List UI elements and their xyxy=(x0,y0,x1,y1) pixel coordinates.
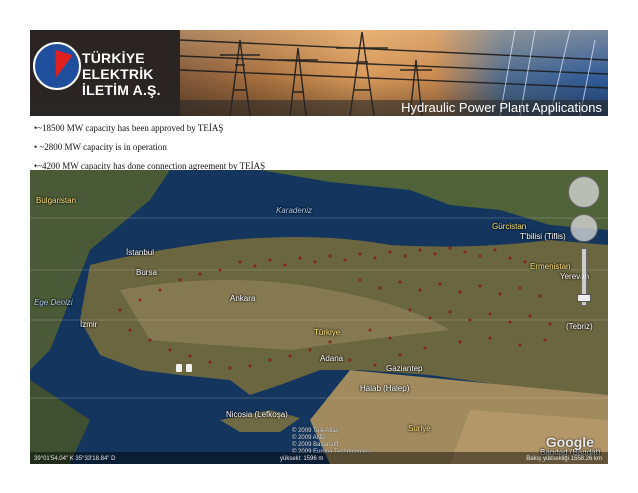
header-banner: TÜRKİYE ELEKTRİK İLETİM A.Ş. Hydraulic P… xyxy=(30,30,608,116)
copyright-line: © 2009 AND xyxy=(292,435,326,441)
map-label-halep: Halab (Halep) xyxy=(360,384,410,393)
company-line1: TÜRKİYE ELEKTRİK xyxy=(82,50,154,82)
zoom-slider-knob[interactable] xyxy=(577,294,591,302)
page-title: Hydraulic Power Plant Applications xyxy=(401,100,602,115)
copyright-line: © 2009 Tele Atlas xyxy=(292,428,339,434)
map-label-istanbul: İstanbul xyxy=(126,248,155,257)
map-label-bursa: Bursa xyxy=(136,268,157,277)
lightning-logo xyxy=(33,42,81,90)
map-label-tebriz: (Tebriz) xyxy=(566,322,593,331)
look-around-icon[interactable] xyxy=(570,214,598,242)
map-label-bulgaristan: Bulgaristan xyxy=(36,196,77,205)
google-logo: Google xyxy=(545,434,594,450)
company-line2: İLETİM A.Ş. xyxy=(82,82,161,98)
map-label-tbilisi: T'bilisi (Tiflis) xyxy=(520,232,566,241)
map-label-ankara: Ankara xyxy=(230,294,256,303)
map-label-ermenistan: Ermenistan xyxy=(530,262,571,271)
map-label-gaziantep: Gaziantep xyxy=(386,364,423,373)
map-label-izmir: İzmir xyxy=(80,320,98,329)
map-label-lefkosa: Nicosia (Lefkoşa) xyxy=(226,410,288,419)
status-eye-altitude: Bakış yüksekliği 1558.26 km xyxy=(526,456,602,462)
status-elevation: yüksekl: 1596 m xyxy=(280,456,324,462)
bullet-approved: •~18500 MW capacity has been approved by… xyxy=(34,123,224,133)
map-label-turkiye: Türkiye xyxy=(314,328,341,337)
lightning-icon xyxy=(47,49,73,81)
map-label-adana: Adana xyxy=(320,354,344,363)
satellite-map[interactable]: Bulgaristan Karadeniz Gürcistan T'bilisi… xyxy=(30,170,608,464)
bullet-operation: • ~2800 MW capacity is in operation xyxy=(34,142,167,152)
map-label-suriye: Suriye xyxy=(408,424,431,433)
copyright-line: © 2009 Basarsoft xyxy=(292,442,339,448)
status-coordinates: 39°01'54.04" K 35°33'18.84" D xyxy=(34,456,116,462)
map-label-karadeniz: Karadeniz xyxy=(276,206,313,215)
map-label-gurcistan: Gürcistan xyxy=(492,222,527,231)
company-name: TÜRKİYE ELEKTRİK İLETİM A.Ş. xyxy=(82,50,180,98)
map-label-ege: Ege Denizi xyxy=(34,298,73,307)
navigation-ring-icon[interactable] xyxy=(568,176,600,208)
map-graphic xyxy=(30,170,608,464)
